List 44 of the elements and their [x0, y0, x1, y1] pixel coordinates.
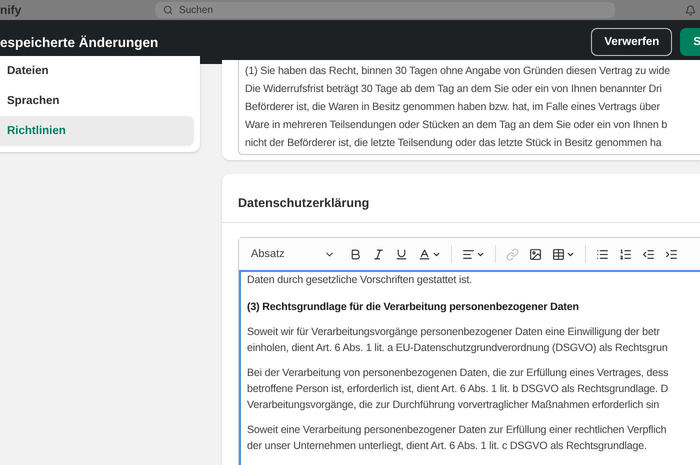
sidebar-item[interactable]: Dateien	[0, 56, 194, 86]
table-button[interactable]	[552, 248, 575, 260]
paragraph: Bei der Verarbeitung von personenbezogenen Daten, die zur Erfüllung eines Vertrages, dess betroffene Person ist, erforderlich ist, dient Art. 6 Abs. 1 lit. b DSGVO als Rechtsgrundlage. D Verarbeitungsvorgänge, die zur Durchführung vorvertraglicher Maßnahmen erforderlich sin	[247, 366, 670, 413]
sidebar-item[interactable]: Richtlinien	[0, 116, 194, 146]
text-line: (1) Sie haben das Recht, binnen 30 Tagen ohne Angabe von Gründen diesen Vertrag zu wide	[245, 64, 671, 79]
paragraph: Daten durch gesetzliche Vorschriften gestattet ist.	[247, 273, 473, 288]
align-button[interactable]	[462, 248, 485, 260]
underline-button[interactable]	[395, 248, 408, 260]
indent-icon	[665, 248, 678, 260]
align-icon	[462, 248, 475, 260]
link-icon	[506, 248, 519, 260]
text-line: nicht der Beförderer ist, die letzte Teilsendung oder das letzte Stück in Besitz genommen ha	[245, 136, 663, 151]
italic-icon	[372, 248, 385, 260]
text-line: Ware in mehreren Teilsendungen oder Stücken an dem Tag an dem Sie oder ein von Ihnen b	[245, 118, 668, 133]
save-bar-title: espeicherte Änderungen	[0, 34, 158, 50]
numbered-list-button[interactable]	[619, 248, 632, 260]
sidebar-item[interactable]: Sprachen	[0, 86, 194, 116]
logo: nify	[0, 3, 22, 17]
discard-button[interactable]: Verwerfen	[591, 28, 672, 56]
numbered-list-icon	[619, 248, 632, 260]
italic-button[interactable]	[372, 248, 385, 260]
paragraph: Soweit eine Verarbeitung personenbezogener Daten zur Erfüllung einer rechtlichen Verpflich der unser Unternehmen unterliegt, dient Art. 6 Abs. 1 lit. c DSGVO als Rechtsgrundlage.	[247, 423, 668, 454]
bell-icon[interactable]	[685, 4, 696, 16]
section-heading: (3) Rechtsgrundlage für die Verarbeitung personenbezogener Daten	[247, 300, 580, 315]
card-title: Datenschutzerklärung	[222, 174, 700, 223]
indent-button[interactable]	[665, 248, 678, 260]
image-icon	[529, 248, 542, 260]
bullet-list-icon	[596, 248, 609, 260]
bullet-list-button[interactable]	[596, 248, 609, 260]
underline-icon	[395, 248, 408, 260]
outdent-icon	[642, 248, 655, 260]
search-icon	[163, 5, 174, 15]
outdent-button[interactable]	[642, 248, 655, 260]
text-color-icon	[418, 248, 431, 260]
bold-button[interactable]	[349, 248, 362, 260]
table-icon	[552, 248, 565, 260]
text-line: Die Widerrufsfrist beträgt 30 Tage ab dem Tag an dem Sie oder ein von Ihnen benannter Dri	[245, 82, 663, 97]
text-line: Beförderer ist, die Waren in Besitz genommen haben bzw. hat, im Falle eines Vertrags über	[245, 100, 661, 115]
text-color-button[interactable]	[418, 248, 441, 260]
image-button[interactable]	[529, 248, 542, 260]
search-field[interactable]: Suchen	[155, 2, 615, 18]
bold-icon	[349, 248, 362, 260]
paragraph: Soweit wir für Verarbeitungsvorgänge personenbezogener Daten eine Einwilligung der betr einholen, dient Art. 6 Abs. 1 lit. a EU-Datenschutzgrundverordnung (DSGVO) als Rechtsgrun	[247, 325, 669, 356]
format-select[interactable]: Absatz	[247, 248, 339, 260]
